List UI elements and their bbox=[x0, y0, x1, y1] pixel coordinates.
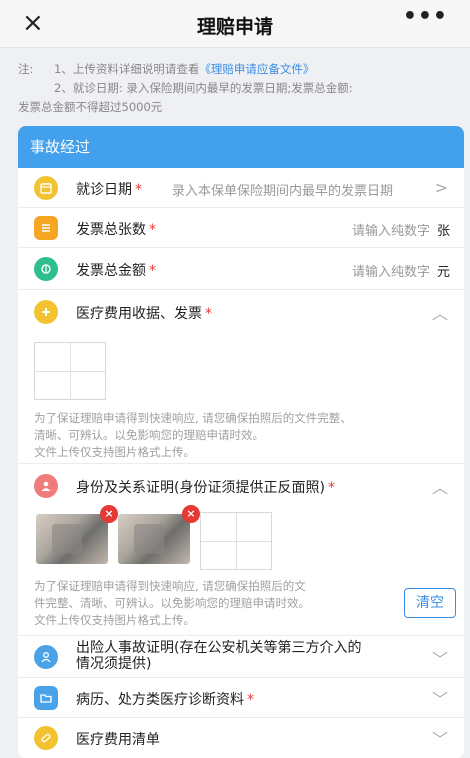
clear-button[interactable]: 清空 bbox=[404, 588, 456, 618]
identity-section: 身份及关系证明(身份证须提供正反面照) * ︿ × × 为了保证理赔申请得到快速响… bbox=[18, 464, 464, 636]
notice-line-1: 1、上传资料详细说明请查看《理赔申请应备文件》 bbox=[54, 60, 314, 79]
person-icon bbox=[34, 645, 58, 669]
invoice-count-input[interactable]: 请输入纯数字 bbox=[352, 220, 430, 239]
invoice-count-label: 发票总张数 * bbox=[76, 222, 156, 238]
upload-id-button[interactable] bbox=[200, 512, 272, 570]
medical-records-label: 病历、处方类医疗诊断资料 * bbox=[76, 692, 254, 708]
folder-icon bbox=[34, 686, 58, 710]
id-photo-thumbnail[interactable] bbox=[118, 514, 190, 564]
accident-proof-label: 出险人事故证明(存在公安机关等第三方介入的 情况须提供) bbox=[76, 640, 362, 672]
visit-date-placeholder[interactable]: 录入本保单保险期间内最早的发票日期 bbox=[172, 180, 393, 199]
invoice-amount-label: 发票总金额 * bbox=[76, 263, 156, 279]
chevron-right-icon: > bbox=[434, 178, 448, 197]
expense-list-label: 医疗费用清单 bbox=[76, 732, 160, 748]
chevron-down-icon[interactable]: ﹀ bbox=[432, 646, 448, 670]
identity-label[interactable]: 身份及关系证明(身份证须提供正反面照) * bbox=[76, 477, 335, 497]
delete-photo-icon[interactable]: × bbox=[182, 505, 200, 523]
invoice-count-row: 发票总张数 * 请输入纯数字 张 bbox=[18, 208, 464, 248]
chevron-up-icon[interactable]: ︿ bbox=[432, 474, 448, 498]
page-title: 理赔申请 bbox=[196, 16, 273, 38]
person-icon bbox=[34, 474, 58, 498]
required-docs-link[interactable]: 《理赔申请应备文件》 bbox=[199, 62, 314, 76]
calendar-icon bbox=[34, 176, 58, 200]
delete-photo-icon[interactable]: × bbox=[100, 505, 118, 523]
notice-line-2: 2、就诊日期: 录入保险期间内最早的发票日期;发票总金额: bbox=[54, 81, 353, 95]
document-icon bbox=[34, 216, 58, 240]
money-icon bbox=[34, 257, 58, 281]
notice-line-1-text: 1、上传资料详细说明请查看 bbox=[54, 62, 200, 76]
chevron-down-icon[interactable]: ﹀ bbox=[432, 686, 448, 710]
receipts-section: 医疗费用收据、发票 * ︿ 为了保证理赔申请得到快速响应, 请您确保拍照后的文件完… bbox=[18, 290, 464, 464]
pill-icon bbox=[34, 726, 58, 750]
visit-date-label: 就诊日期 * bbox=[76, 182, 142, 198]
top-bar: × 理赔申请 ••• bbox=[0, 0, 470, 48]
upload-receipt-button[interactable] bbox=[34, 342, 106, 400]
invoice-amount-row: 发票总金额 * 请输入纯数字 元 bbox=[18, 248, 464, 290]
accident-proof-row[interactable]: 出险人事故证明(存在公安机关等第三方介入的 情况须提供) ﹀ bbox=[18, 636, 464, 678]
visit-date-row[interactable]: 就诊日期 * 录入本保单保险期间内最早的发票日期 > bbox=[18, 168, 464, 208]
notice-line-3: 发票总金额不得超过5000元 bbox=[18, 100, 163, 114]
invoice-amount-input[interactable]: 请输入纯数字 bbox=[352, 261, 430, 280]
accident-card: 事故经过 就诊日期 * 录入本保单保险期间内最早的发票日期 > 发票总张数 * 请输… bbox=[18, 126, 464, 758]
more-menu-icon[interactable]: ••• bbox=[403, 4, 448, 29]
invoice-count-unit: 张 bbox=[436, 224, 450, 239]
chevron-down-icon[interactable]: ﹀ bbox=[432, 726, 448, 750]
medical-records-row[interactable]: 病历、处方类医疗诊断资料 * ﹀ bbox=[18, 678, 464, 718]
invoice-amount-unit: 元 bbox=[436, 265, 450, 280]
expense-list-row[interactable]: 医疗费用清单 ﹀ bbox=[18, 718, 464, 758]
chevron-up-icon[interactable]: ︿ bbox=[432, 300, 448, 324]
id-photo-thumbnail[interactable] bbox=[36, 514, 108, 564]
receipts-label[interactable]: 医疗费用收据、发票 * bbox=[76, 303, 212, 323]
section-title: 事故经过 bbox=[18, 126, 464, 168]
notice-prefix: 注: bbox=[18, 62, 34, 76]
receipts-upload-hint: 为了保证理赔申请得到快速响应, 请您确保拍照后的文件完整、 清晰、可辨认。以免影… bbox=[34, 411, 352, 459]
identity-upload-hint: 为了保证理赔申请得到快速响应, 请您确保拍照后的文 件完整、清晰、可辨认。以免影… bbox=[34, 579, 310, 627]
medical-plus-icon bbox=[34, 300, 58, 324]
